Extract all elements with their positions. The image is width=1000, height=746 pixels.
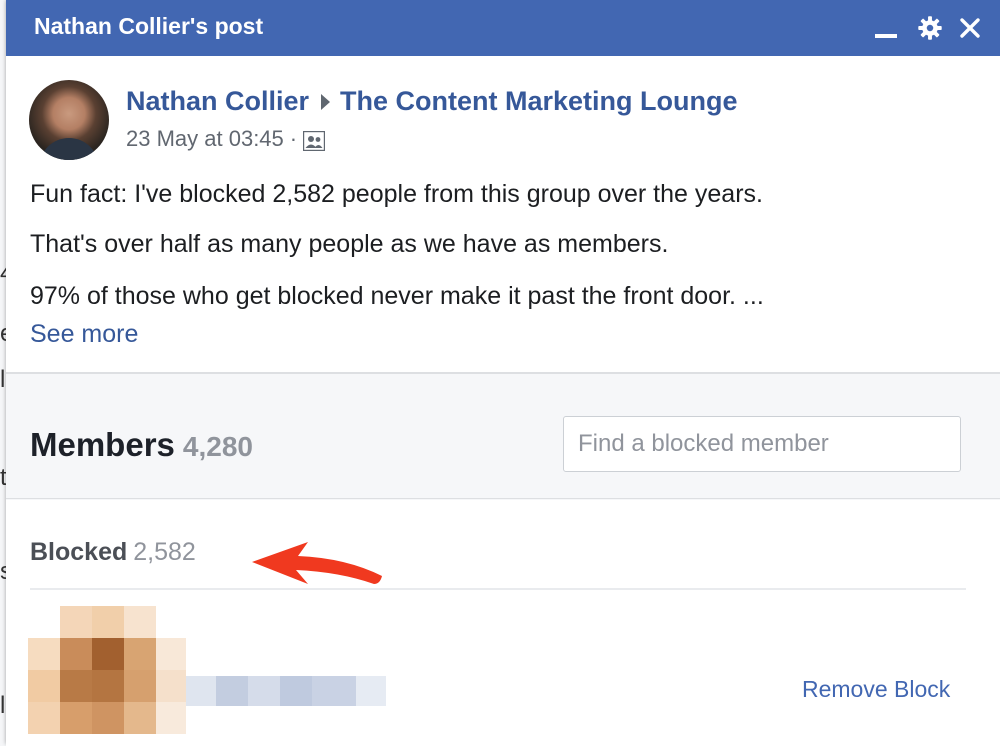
pixelated-member-name: [186, 676, 386, 706]
post-timestamp[interactable]: 23 May at 03:45: [126, 126, 284, 152]
post-header: Nathan Collier The Content Marketing Lou…: [126, 86, 738, 117]
author-avatar[interactable]: [29, 80, 109, 160]
meta-separator: ·: [289, 126, 298, 151]
members-label: Members: [30, 426, 175, 463]
blocked-members-list: Blocked 2,582 Remove Block: [6, 500, 1000, 746]
blocked-member-search-input[interactable]: [563, 416, 961, 472]
list-divider: [30, 588, 966, 590]
post-text-line: Fun fact: I've blocked 2,582 people from…: [30, 180, 763, 208]
author-name-link[interactable]: Nathan Collier: [126, 86, 309, 117]
close-icon[interactable]: [954, 12, 986, 44]
blocked-label: Blocked: [30, 538, 128, 566]
minimize-icon[interactable]: [870, 12, 902, 44]
annotation-arrow-icon: [252, 542, 382, 584]
post-text-line: 97% of those who get blocked never make …: [30, 282, 764, 310]
members-heading: Members 4,280: [30, 426, 253, 464]
section-divider: [6, 498, 1000, 499]
blocked-count: 2,582: [133, 538, 196, 566]
post-window: Nathan Collier's post Nathan Collier The…: [6, 0, 1000, 746]
blocked-heading: Blocked 2,582: [30, 538, 196, 567]
gear-icon[interactable]: [914, 12, 946, 44]
post-meta: 23 May at 03:45 ·: [126, 126, 326, 152]
embedded-screenshot: Members4,280 Blocked2,582: [6, 372, 1000, 746]
members-count: 4,280: [182, 431, 253, 462]
triangle-right-icon: [321, 93, 331, 110]
pixelated-avatar: [26, 606, 186, 746]
remove-block-link[interactable]: Remove Block: [802, 676, 950, 703]
see-more-link[interactable]: See more: [30, 320, 138, 349]
window-title: Nathan Collier's post: [34, 13, 264, 39]
window-titlebar: Nathan Collier's post: [6, 0, 1000, 56]
group-members-icon: [302, 130, 326, 152]
post-text-line: That's over half as many people as we ha…: [30, 230, 669, 258]
group-name-link[interactable]: The Content Marketing Lounge: [340, 86, 738, 117]
